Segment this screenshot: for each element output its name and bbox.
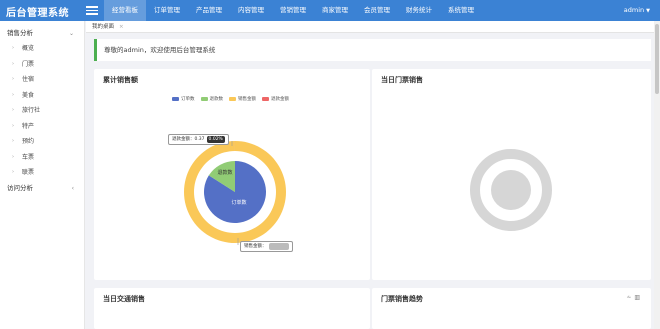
sidebar-item-lodging[interactable]: › 住宿 bbox=[0, 72, 84, 88]
scrollbar-thumb[interactable] bbox=[655, 24, 659, 94]
main-nav: 经营看板 订单管理 产品管理 内容管理 营销管理 商家管理 会员管理 财务统计 … bbox=[104, 0, 482, 21]
sidebar: 销售分析 ⌄ › 概览 › 门票 › 住宿 › 美食 › 旅行社 › 特产 › 预约 › 车票 ›… bbox=[0, 21, 85, 329]
sidebar-item-travel-agency[interactable]: › 旅行社 bbox=[0, 103, 84, 119]
nav-item-content[interactable]: 内容管理 bbox=[230, 0, 272, 21]
user-menu[interactable]: admin ▼ bbox=[624, 0, 650, 22]
sidebar-item-label: 联票 bbox=[22, 169, 35, 176]
card-title: 当日交通销售 bbox=[103, 295, 145, 303]
sidebar-item-reservation[interactable]: › 预约 bbox=[0, 134, 84, 150]
tooltip-percent: 0.02% bbox=[206, 136, 225, 143]
sidebar-group-label: 销售分析 bbox=[7, 29, 33, 37]
tooltip-value: 0.37 bbox=[194, 137, 205, 142]
sidebar-group-sales-analysis[interactable]: 销售分析 ⌄ bbox=[0, 26, 84, 41]
tooltip-label: 销售金额： bbox=[244, 244, 267, 249]
sidebar-item-label: 车票 bbox=[22, 153, 35, 161]
sales-pie-chart[interactable]: 订单数 退款数 bbox=[94, 69, 370, 280]
sidebar-group-label: 访问分析 bbox=[7, 183, 33, 192]
nav-item-merchants[interactable]: 商家管理 bbox=[314, 0, 356, 21]
nav-item-system[interactable]: 系统管理 bbox=[440, 0, 482, 21]
chevron-right-icon: › bbox=[12, 122, 14, 129]
card-sales-total: 累计销售额 订单数 退款数 销售金额 退款金额 订单数 退款数 退款金额：0.37… bbox=[94, 69, 370, 280]
nav-item-dashboard[interactable]: 经营看板 bbox=[104, 0, 146, 21]
sidebar-item-tickets[interactable]: › 门票 bbox=[0, 57, 84, 73]
chevron-right-icon: › bbox=[12, 76, 14, 82]
user-name: admin bbox=[623, 6, 645, 14]
empty-ring-chart bbox=[470, 149, 552, 231]
bar-chart-icon[interactable]: ▥ bbox=[634, 294, 643, 301]
top-nav-bar: 后台管理系统 经营看板 订单管理 产品管理 内容管理 营销管理 商家管理 会员管… bbox=[0, 0, 660, 21]
tooltip-label: 退款金额： bbox=[172, 137, 195, 142]
sidebar-item-label: 旅行社 bbox=[22, 107, 41, 114]
tooltip-refund-amount: 退款金额：0.37 0.02% bbox=[168, 134, 229, 145]
sidebar-item-label: 预约 bbox=[22, 138, 35, 145]
ring-inner bbox=[491, 170, 531, 210]
sidebar-item-specialty[interactable]: › 特产 bbox=[0, 119, 84, 135]
sidebar-item-label: 美食 bbox=[22, 91, 35, 99]
chevron-right-icon: › bbox=[12, 169, 14, 175]
chevron-right-icon: › bbox=[12, 138, 14, 144]
chevron-down-icon: ⌄ bbox=[68, 30, 74, 37]
chevron-right-icon: › bbox=[12, 153, 14, 160]
nav-item-marketing[interactable]: 营销管理 bbox=[272, 0, 314, 21]
slice-label-1: 退款数 bbox=[217, 169, 232, 176]
sidebar-item-overview[interactable]: › 概览 bbox=[0, 41, 84, 57]
nav-item-products[interactable]: 产品管理 bbox=[188, 0, 230, 21]
app-title: 后台管理系统 bbox=[6, 8, 69, 19]
caret-down-icon: ▼ bbox=[646, 8, 650, 14]
chevron-right-icon: › bbox=[12, 60, 14, 67]
chevron-right-icon: › bbox=[12, 107, 14, 113]
chevron-left-icon: ‹ bbox=[71, 184, 74, 192]
nav-item-finance[interactable]: 财务统计 bbox=[398, 0, 440, 21]
chevron-right-icon: › bbox=[12, 45, 14, 51]
tab-label: 我的桌面 bbox=[92, 24, 115, 30]
card-ticket-today: 当日门票销售 bbox=[372, 69, 651, 280]
sidebar-group-visit-analysis[interactable]: 访问分析 ‹ bbox=[0, 181, 84, 196]
close-icon[interactable]: × bbox=[119, 24, 124, 30]
card-title: 门票销售趋势 bbox=[381, 295, 423, 303]
tooltip-value-redacted bbox=[268, 243, 289, 250]
sidebar-item-label: 住宿 bbox=[22, 76, 35, 83]
sidebar-item-label: 特产 bbox=[22, 122, 35, 130]
sidebar-item-food[interactable]: › 美食 bbox=[0, 88, 84, 104]
chart-toolbox: ⩪▥ bbox=[626, 294, 643, 301]
nav-item-members[interactable]: 会员管理 bbox=[356, 0, 398, 21]
welcome-banner: 尊敬的admin，欢迎使用后台管理系统 bbox=[94, 39, 651, 61]
tab-my-desktop[interactable]: 我的桌面 × bbox=[92, 22, 124, 32]
sidebar-item-label: 门票 bbox=[22, 60, 35, 68]
nav-item-orders[interactable]: 订单管理 bbox=[146, 0, 188, 21]
sidebar-item-label: 概览 bbox=[22, 45, 35, 52]
card-transport-today: 当日交通销售 bbox=[94, 288, 370, 329]
chevron-right-icon: › bbox=[12, 91, 14, 98]
tabs-bar: 我的桌面 × bbox=[86, 21, 660, 33]
slice-label-0: 订单数 bbox=[231, 199, 246, 206]
sidebar-item-transport-tickets[interactable]: › 车票 bbox=[0, 150, 84, 166]
card-ticket-trend: 门票销售趋势 ⩪▥ bbox=[372, 288, 651, 329]
sidebar-item-combo-tickets[interactable]: › 联票 bbox=[0, 165, 84, 181]
menu-toggle-icon[interactable] bbox=[86, 4, 98, 16]
tooltip-sales-amount: 销售金额： bbox=[240, 241, 293, 252]
